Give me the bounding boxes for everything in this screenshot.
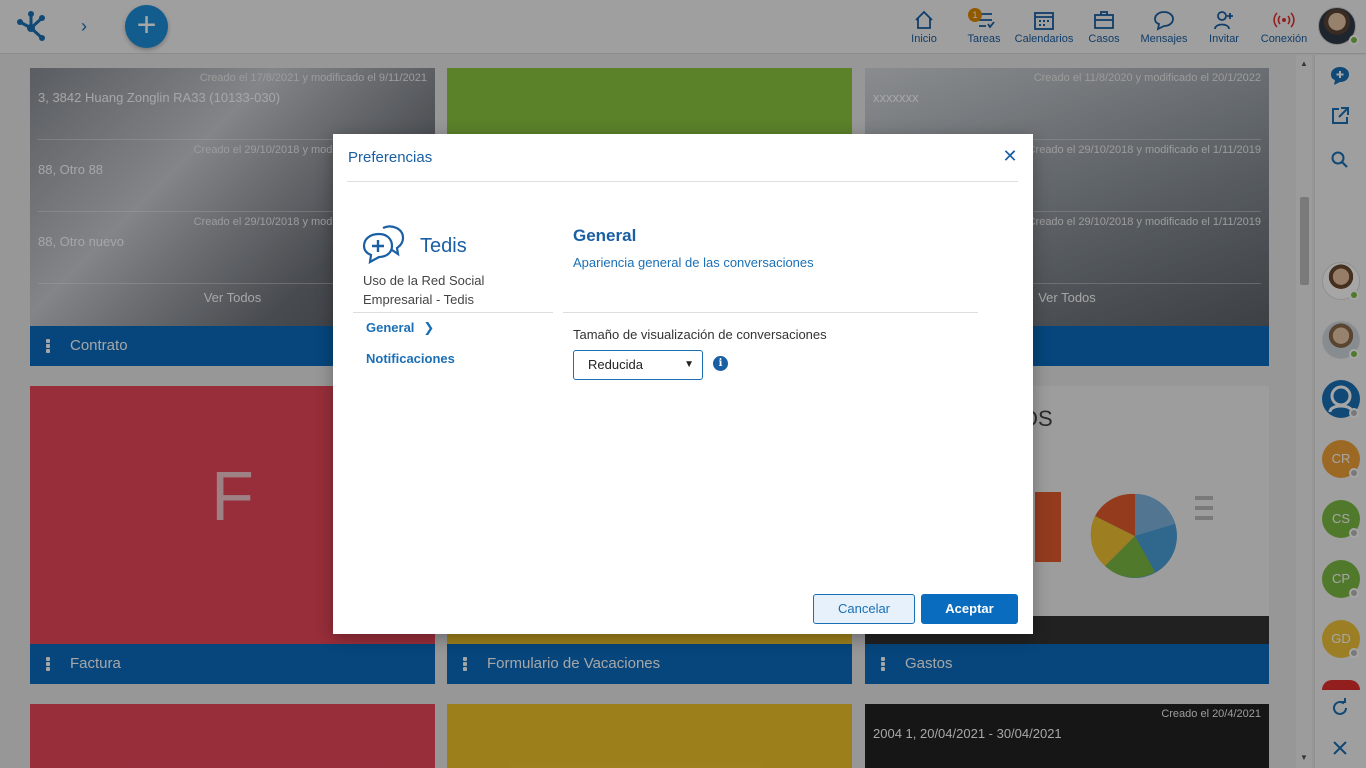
menu-label: General — [366, 320, 415, 335]
divider — [563, 312, 978, 313]
select-value: Reducida — [588, 357, 643, 372]
info-icon[interactable]: i — [713, 356, 728, 371]
section-title: General — [573, 226, 637, 245]
section-subtitle: Apariencia general de las conversaciones — [573, 255, 814, 270]
menu-item-notificaciones[interactable]: Notificaciones — [366, 351, 455, 366]
divider — [353, 312, 553, 313]
chevron-right-icon: ❯ — [423, 320, 435, 335]
menu-label: Notificaciones — [366, 351, 455, 366]
divider — [347, 181, 1018, 182]
cancel-button[interactable]: Cancelar — [813, 594, 915, 624]
close-icon[interactable]: ✕ — [1001, 147, 1019, 165]
app-description: Uso de la Red Social Empresarial - Tedis — [363, 273, 485, 307]
field-label: Tamaño de visualización de conversacione… — [573, 327, 827, 342]
accept-button[interactable]: Aceptar — [921, 594, 1018, 624]
tedis-chat-icon — [362, 225, 405, 264]
menu-item-general[interactable]: General ❯ — [366, 320, 434, 336]
app-name: Tedis — [420, 235, 467, 257]
preferences-dialog: Preferencias ✕ Tedis Uso de la Red Socia… — [333, 134, 1033, 634]
conversation-size-select[interactable]: Reducida ▼ — [573, 350, 703, 380]
chevron-down-icon: ▼ — [684, 359, 694, 370]
dialog-title: Preferencias — [348, 149, 433, 166]
